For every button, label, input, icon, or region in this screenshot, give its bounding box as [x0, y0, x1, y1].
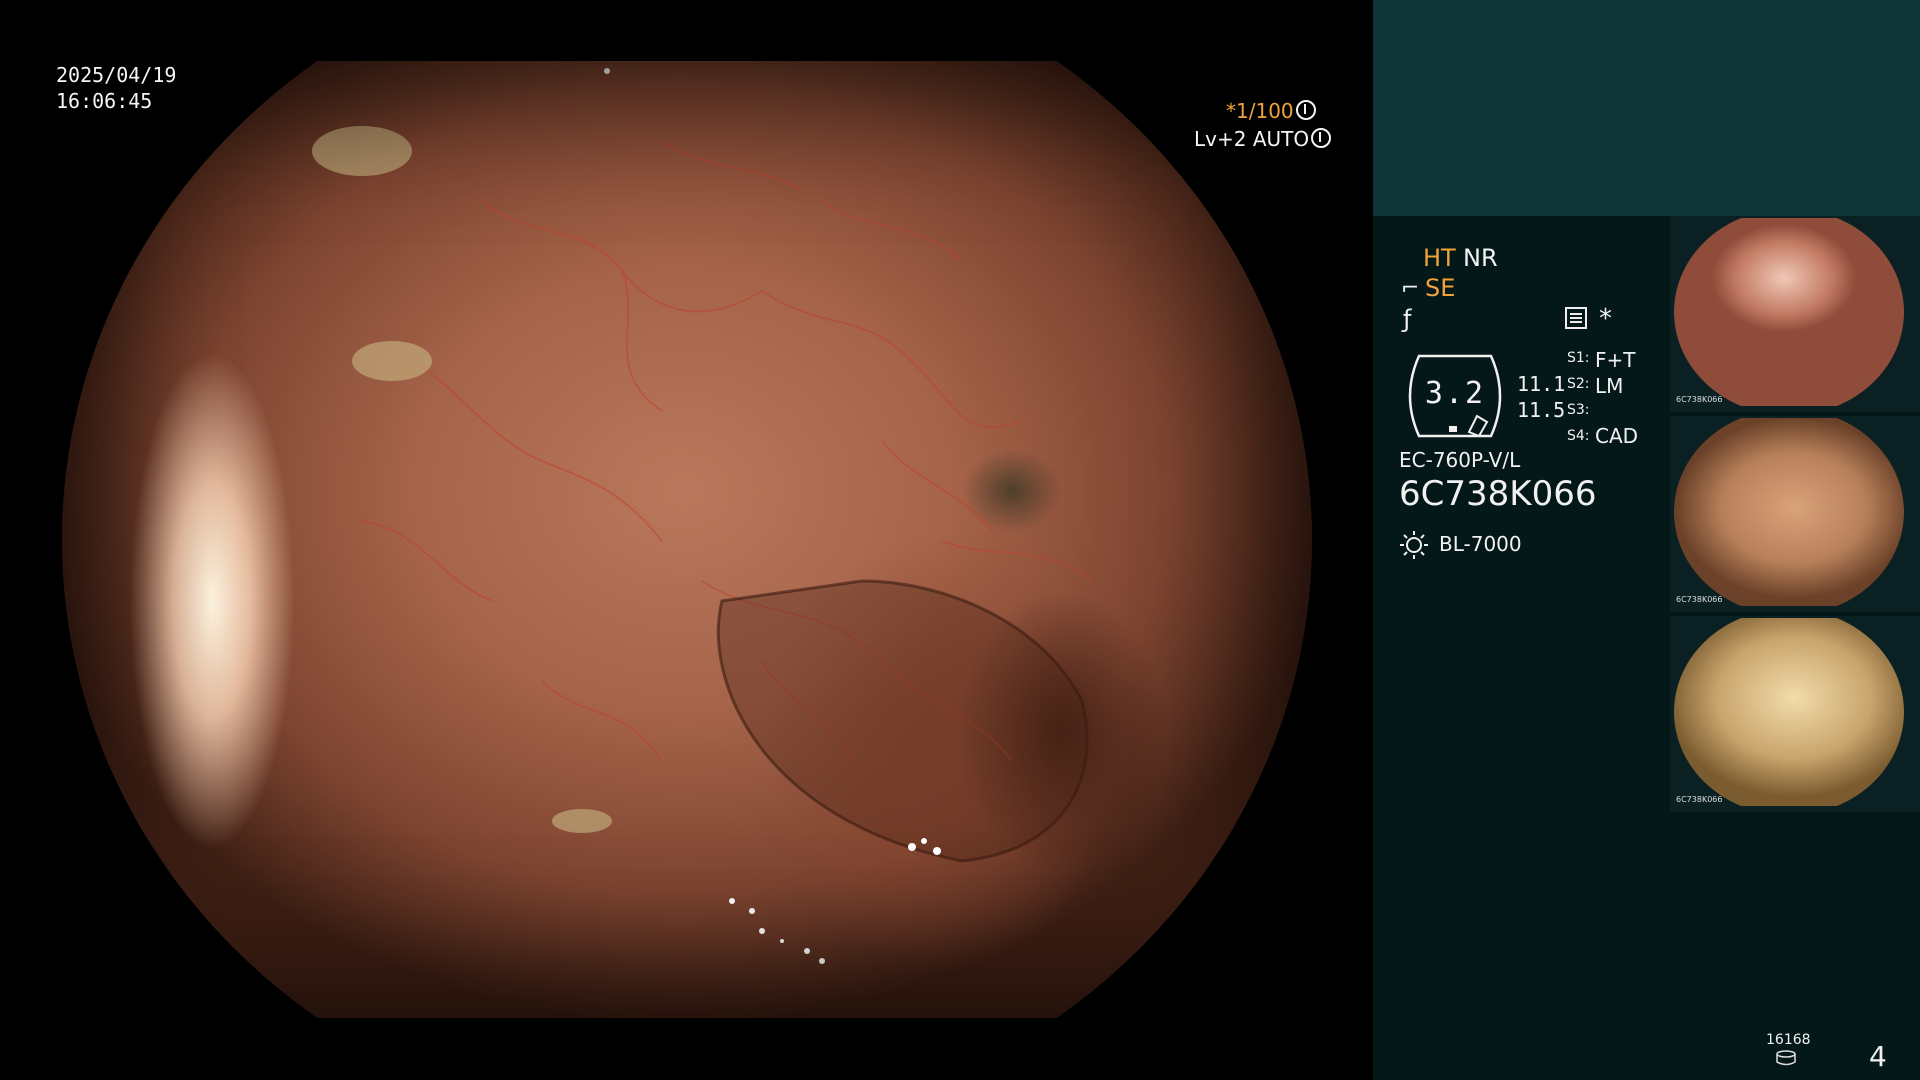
level-text: Lv+2: [1194, 127, 1247, 151]
aperture-icon: [1295, 100, 1316, 120]
thumbnail-image: [1674, 418, 1904, 606]
thumbnail-image: [1674, 618, 1904, 806]
se-indicator: SE: [1425, 274, 1456, 302]
mode-text: AUTO: [1252, 127, 1310, 151]
image-counter: 16168: [1766, 1032, 1811, 1048]
switch-1-label: S1:: [1567, 350, 1590, 366]
thumbnail-caption: 6C738K066: [1676, 595, 1723, 604]
time-text: 16:06:45: [56, 89, 153, 113]
capture-thumbnail[interactable]: 6C738K066: [1670, 416, 1920, 612]
zoom-value: 3.2: [1424, 376, 1486, 411]
shutter-speed: 1/100: [1236, 99, 1294, 123]
scope-model: EC-760P-V/L: [1399, 448, 1521, 472]
switch-4-value: CAD: [1595, 424, 1639, 448]
switch-1-value: F+T: [1595, 348, 1636, 372]
reading-2: 11.5: [1517, 398, 1566, 422]
auto-iris-icon: [1311, 128, 1332, 148]
switch-3-label: S3:: [1567, 402, 1590, 418]
shutter-display: *1/100: [1226, 98, 1316, 124]
page-number: 4: [1869, 1040, 1887, 1073]
level-display: Lv+2 AUTO: [1194, 126, 1332, 152]
capture-thumbnail[interactable]: 6C738K066: [1670, 616, 1920, 812]
thumbnail-caption: 6C738K066: [1676, 395, 1723, 404]
scope-serial: 6C738K066: [1399, 474, 1597, 514]
shutter-prefix: *: [1226, 99, 1236, 123]
signal-icon: ƒ: [1403, 305, 1412, 333]
date-text: 2025/04/19: [56, 63, 177, 87]
scope-icon: ⌐: [1401, 276, 1420, 301]
mucosa-vessels: [312, 68, 1093, 964]
light-icon: [1400, 531, 1428, 559]
capture-thumbnail[interactable]: 6C738K066: [1670, 216, 1920, 412]
asterisk-icon: *: [1599, 304, 1612, 334]
thumbnail-image: [1674, 218, 1904, 406]
ht-indicator: HT: [1423, 244, 1456, 272]
switch-2-value: LM: [1595, 374, 1624, 398]
light-source-model: BL-7000: [1439, 532, 1522, 556]
datetime-display: 2025/04/19 16:06:45: [56, 62, 176, 114]
storage-icon: [1776, 1050, 1796, 1066]
panel-header-area: [1373, 0, 1920, 216]
nr-indicator: NR: [1463, 244, 1498, 272]
switch-2-label: S2:: [1567, 376, 1590, 392]
endoscope-view: 2025/04/19 16:06:45 *1/100 Lv+2 AUTO: [0, 0, 1373, 1080]
menu-icon: [1565, 307, 1587, 329]
thumbnail-caption: 6C738K066: [1676, 795, 1723, 804]
reading-1: 11.1: [1517, 372, 1566, 396]
switch-4-label: S4:: [1567, 428, 1590, 444]
